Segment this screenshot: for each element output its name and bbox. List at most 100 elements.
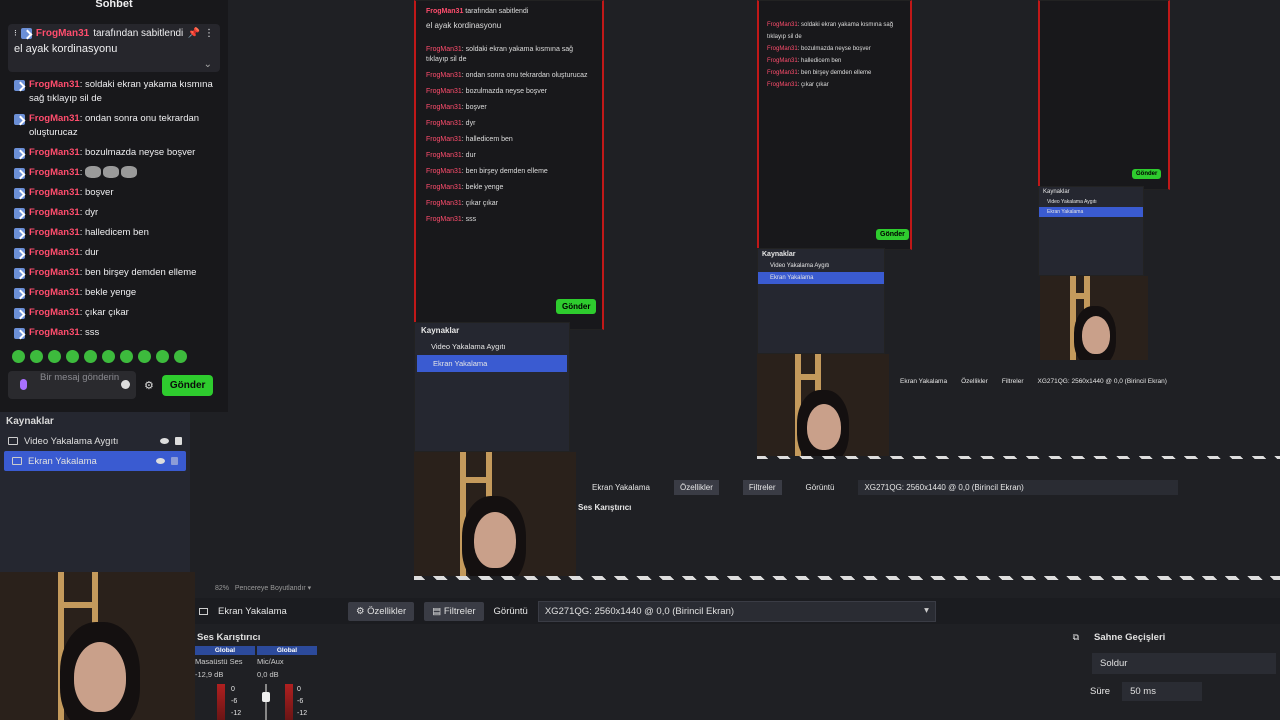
nested-properties: Özellikler	[961, 378, 988, 385]
send-button[interactable]: Gönder	[161, 374, 214, 396]
chat-username[interactable]: FrogMan31	[29, 187, 80, 198]
pinned-by-user[interactable]: FrogMan31	[36, 28, 89, 39]
pin-icon[interactable]: 📌	[188, 28, 200, 39]
chat-username[interactable]: FrogMan31	[29, 227, 80, 238]
nested-source: Video Yakalama Aygıtı	[431, 342, 506, 351]
volume-fader[interactable]	[262, 684, 270, 720]
gear-icon[interactable]: ⚙	[144, 379, 154, 392]
pinned-by-suffix: tarafından sabitlendi	[93, 28, 184, 39]
chat-username[interactable]: FrogMan31	[29, 267, 80, 278]
zoom-level[interactable]: 82%	[215, 585, 229, 592]
chevron-down-icon[interactable]: ⌄	[204, 59, 212, 70]
nested-source-name: Ekran Yakalama	[900, 378, 948, 385]
filters-button[interactable]: ▤ Filtreler	[424, 601, 484, 621]
chat-username[interactable]: FrogMan31	[29, 113, 80, 124]
person-face	[474, 512, 516, 568]
cat-emote-icon	[84, 166, 101, 179]
emote-icon[interactable]	[174, 350, 187, 363]
nested-display-value: XG271QG: 2560x1440 @ 0,0 (Birincil Ekran…	[858, 480, 1179, 495]
message-list: FrogMan31: soldaki ekran yakama kısmına …	[0, 72, 228, 340]
menu-icon[interactable]: ⁝	[14, 28, 17, 39]
vu-meter	[285, 684, 293, 720]
mixer-title: Ses Karıştırıcı	[197, 632, 261, 643]
list-item: FrogMan31: dyr	[14, 206, 220, 220]
chat-text: : boşver	[79, 187, 114, 198]
chat-text: : ben birşey demden elleme	[79, 267, 197, 278]
more-icon[interactable]: ⋮	[204, 28, 214, 39]
chat-username[interactable]: FrogMan31	[29, 147, 80, 158]
nested-user: FrogMan31	[426, 152, 462, 159]
chat-username[interactable]: FrogMan31	[29, 79, 80, 90]
source-item-screen-capture[interactable]: Ekran Yakalama	[4, 451, 186, 471]
chat-username[interactable]: FrogMan31	[29, 207, 80, 218]
nested-user: FrogMan31	[426, 46, 462, 53]
channel-name[interactable]: Masaüstü Ses	[195, 657, 255, 666]
chat-username[interactable]: FrogMan31	[29, 287, 80, 298]
mixer-channel-mic: Global Mic/Aux 0,0 dB	[257, 646, 317, 679]
transition-select[interactable]: Soldur	[1092, 653, 1276, 674]
lock-icon[interactable]	[175, 437, 182, 445]
chat-text: : halledicem ben	[79, 227, 149, 238]
nested-filters: Filtreler	[1001, 378, 1024, 385]
person-face	[1082, 316, 1110, 354]
undock-icon[interactable]: ⧉	[1073, 632, 1079, 643]
source-label: Video Yakalama Aygıtı	[24, 435, 119, 447]
nested-sources: Kaynaklar Video Yakalama Aygıtı Ekran Ya…	[414, 322, 570, 452]
emoji-icon[interactable]	[121, 380, 130, 389]
nested-source: Ekran Yakalama	[417, 355, 567, 372]
emote-icon[interactable]	[84, 350, 97, 363]
nested-toolbar: Ekran Yakalama Özellikler Filtreler Görü…	[576, 460, 1280, 574]
gear-icon: ⚙	[356, 605, 368, 617]
pinned-text: el ayak kordinasyonu	[14, 43, 118, 55]
nested-pinned: el ayak kordinasyonu	[426, 21, 502, 30]
mic-icon[interactable]	[20, 379, 27, 390]
nested-user: FrogMan31	[426, 72, 462, 79]
lock-icon[interactable]	[171, 457, 178, 465]
duration-input[interactable]: 50 ms	[1122, 682, 1203, 701]
badge-icon	[20, 28, 32, 39]
emote-icon[interactable]	[66, 350, 79, 363]
nested-pinned-suffix: tarafından sabitlendi	[465, 8, 529, 15]
nested-user: FrogMan31	[426, 8, 464, 15]
emote-icon[interactable]	[156, 350, 169, 363]
scale-mode[interactable]: Pencereye Boyutlandır	[235, 585, 306, 592]
properties-button[interactable]: ⚙ Özellikler	[348, 601, 415, 621]
chat-username[interactable]: FrogMan31	[29, 307, 80, 318]
mixer-channel-desktop: Global Masaüstü Ses -12,9 dB	[195, 646, 255, 679]
emote-icon[interactable]	[138, 350, 151, 363]
nested-text: : dyr	[461, 120, 476, 127]
display-select[interactable]: XG271QG: 2560x1440 @ 0,0 (Birincil Ekran…	[537, 600, 936, 622]
emote-icon[interactable]	[102, 350, 115, 363]
eye-icon[interactable]	[156, 458, 165, 464]
filter-icon: ▤	[432, 605, 444, 617]
nested-sources-2: Kaynaklar Video Yakalama Aygıtı Ekran Ya…	[757, 248, 885, 354]
source-item-video-capture[interactable]: Video Yakalama Aygıtı	[0, 431, 190, 451]
channel-name[interactable]: Mic/Aux	[257, 657, 317, 666]
eye-icon[interactable]	[160, 438, 169, 444]
nested-user: FrogMan31	[767, 46, 798, 52]
chat-text: : bekle yenge	[79, 287, 137, 298]
send-bar: Bir mesaj gönderin ⚙ Gönder	[0, 367, 228, 403]
sources-panel: Kaynaklar Video Yakalama Aygıtı Ekran Ya…	[0, 412, 190, 572]
emote-icon[interactable]	[48, 350, 61, 363]
nested-mixer-title: Ses Karıştırıcı	[578, 503, 632, 512]
pinned-message[interactable]: ⁝ FrogMan31 tarafından sabitlendi 📌 ⋮ el…	[8, 24, 220, 72]
badge-icon	[14, 114, 25, 125]
chat-username[interactable]: FrogMan31	[29, 167, 80, 178]
nested-chat-preview-3: Gönder	[1038, 0, 1170, 190]
nested-user: FrogMan31	[426, 88, 462, 95]
chat-username[interactable]: FrogMan31	[29, 327, 80, 338]
chat-username[interactable]: FrogMan31	[29, 247, 80, 258]
emote-icon[interactable]	[120, 350, 133, 363]
list-item: FrogMan31: boşver	[14, 186, 220, 200]
emote-icon[interactable]	[30, 350, 43, 363]
channel-global: Global	[195, 646, 255, 655]
nested-text: : bozulmazda neyse boşver	[461, 88, 548, 95]
nested-chat-preview: FrogMan31 tarafından sabitlendi el ayak …	[414, 0, 604, 330]
chat-input[interactable]: Bir mesaj gönderin	[8, 371, 136, 399]
chat-title: Sohbet	[95, 0, 133, 10]
emote-icon[interactable]	[12, 350, 25, 363]
scale-tick: -6	[297, 698, 304, 705]
nested-webcam-2	[757, 354, 889, 456]
chat-text: : sss	[79, 327, 100, 338]
